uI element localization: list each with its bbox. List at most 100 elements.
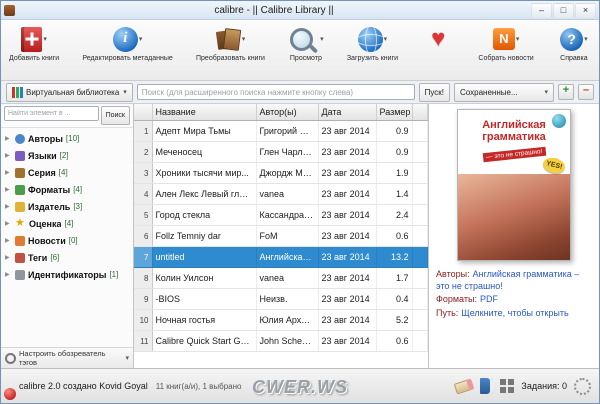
expander-icon[interactable]: ▶ bbox=[5, 169, 12, 176]
search-bar: Виртуальная библиотека ▾ Пуск! Сохраненн… bbox=[1, 81, 599, 104]
format-link[interactable]: PDF bbox=[480, 294, 498, 304]
languages-icon bbox=[15, 151, 25, 161]
column-header-date[interactable]: Дата bbox=[318, 104, 376, 121]
table-row[interactable]: 10 Ночная гостья Юлия Архар... 23 авг 20… bbox=[134, 310, 428, 331]
expander-icon[interactable]: ▶ bbox=[5, 135, 12, 142]
table-row-selected[interactable]: 7 untitled Английская ... 23 авг 2014 13… bbox=[134, 247, 428, 268]
table-row[interactable]: 3 Хроники тысячи мир... Джордж Ма... 23 … bbox=[134, 163, 428, 184]
app-icon bbox=[4, 5, 15, 16]
save-search-icon[interactable] bbox=[558, 84, 574, 100]
table-row[interactable]: 8 Колин Уилсон vanea 23 авг 2014 1.7 bbox=[134, 268, 428, 289]
path-link[interactable]: Щелкните, чтобы открыть bbox=[461, 308, 568, 318]
configure-tag-browser-button[interactable]: Настроить обозреватель тэгов ▾ bbox=[1, 347, 133, 368]
sidebar-item-news[interactable]: ▶ Новости [0] bbox=[1, 232, 133, 249]
main-toolbar: ▾ Добавить книги ▾ Редактировать метадан… bbox=[1, 20, 599, 81]
table-row[interactable]: 9 -BIOS Неизв. 23 авг 2014 0.4 bbox=[134, 289, 428, 310]
table-row[interactable]: 11 Calibre Quick Start Guide John Schemb… bbox=[134, 331, 428, 352]
search-go-button[interactable]: Пуск! bbox=[419, 83, 450, 102]
close-button[interactable]: × bbox=[575, 3, 596, 18]
chevron-down-icon[interactable]: ▾ bbox=[320, 35, 324, 43]
minimize-button[interactable]: – bbox=[531, 3, 552, 18]
table-row[interactable]: 1 Адепт Мира Тьмы Григорий Ви.. 23 авг 2… bbox=[134, 121, 428, 142]
chevron-down-icon[interactable]: ▾ bbox=[384, 35, 388, 43]
jobs-spinner-icon[interactable] bbox=[574, 378, 591, 395]
expander-icon[interactable]: ▶ bbox=[5, 186, 12, 193]
table-row[interactable]: 6 Follz Temniy dar FoM 23 авг 2014 0.6 bbox=[134, 226, 428, 247]
chevron-down-icon[interactable]: ▾ bbox=[139, 35, 143, 43]
field-authors: Авторы:Английская грамматика – это не ст… bbox=[436, 269, 592, 292]
help-icon bbox=[560, 28, 583, 51]
donate-button[interactable]: ♥ bbox=[419, 23, 457, 56]
expander-icon[interactable]: ▶ bbox=[5, 254, 12, 261]
tag-browser: Поиск ▶ Авторы [10] ▶ Языки [2] ▶ bbox=[1, 104, 134, 368]
fetch-news-button[interactable]: ▾ Собрать новости bbox=[476, 23, 535, 63]
expander-icon[interactable]: ▶ bbox=[5, 152, 12, 159]
version-text: calibre 2.0 создано Kovid Goyal bbox=[19, 381, 148, 391]
add-books-button[interactable]: ▾ Добавить книги bbox=[7, 23, 61, 63]
formats-icon bbox=[15, 185, 25, 195]
column-header-extra bbox=[412, 104, 428, 121]
book-details-panel: Английская грамматика — это не страшно! … bbox=[429, 104, 599, 368]
series-icon bbox=[15, 168, 25, 178]
sidebar-item-languages[interactable]: ▶ Языки [2] bbox=[1, 147, 133, 164]
book-list: Название Автор(ы) Дата Размер 1 Адепт Ми… bbox=[134, 104, 429, 368]
edit-metadata-button[interactable]: ▾ Редактировать метаданные bbox=[80, 23, 174, 63]
authors-icon bbox=[15, 134, 25, 144]
field-path: Путь:Щелкните, чтобы открыть bbox=[436, 308, 592, 320]
field-formats: Форматы:PDF bbox=[436, 294, 592, 306]
column-header-authors[interactable]: Автор(ы) bbox=[256, 104, 318, 121]
fetch-books-button[interactable]: ▾ Загрузить книги bbox=[345, 23, 400, 63]
table-row[interactable]: 4 Ален Лекс Левый глаз... vanea 23 авг 2… bbox=[134, 184, 428, 205]
row-number-header bbox=[134, 104, 152, 121]
expander-icon[interactable]: ▶ bbox=[5, 203, 12, 210]
book-cover[interactable]: Английская грамматика — это не страшно! … bbox=[457, 109, 571, 261]
saved-searches-dropdown[interactable]: Сохраненные... ▾ bbox=[454, 83, 554, 102]
convert-books-button[interactable]: ▾ Преобразовать книги bbox=[194, 23, 267, 63]
help-button[interactable]: ▾ Справка bbox=[555, 23, 593, 63]
jobs-indicator[interactable]: Задания: 0 bbox=[521, 381, 567, 391]
magnifier-icon bbox=[290, 28, 313, 51]
search-input[interactable] bbox=[137, 84, 415, 100]
chevron-down-icon[interactable]: ▾ bbox=[584, 35, 588, 43]
column-header-title[interactable]: Название bbox=[152, 104, 256, 121]
library-icon bbox=[12, 87, 15, 98]
chevron-down-icon[interactable]: ▾ bbox=[242, 35, 246, 43]
view-button[interactable]: ▾ Просмотр bbox=[286, 23, 326, 63]
table-row[interactable]: 2 Меченосец Глен Чарльз .. 23 авг 2014 0… bbox=[134, 142, 428, 163]
delete-search-icon[interactable] bbox=[578, 84, 594, 100]
edit-metadata-icon bbox=[113, 27, 138, 52]
sidebar-item-tags[interactable]: ▶ Теги [6] bbox=[1, 249, 133, 266]
expander-icon[interactable]: ▶ bbox=[5, 271, 12, 278]
virtual-library-button[interactable]: Виртуальная библиотека ▾ bbox=[6, 83, 133, 102]
sidebar-item-authors[interactable]: ▶ Авторы [10] bbox=[1, 130, 133, 147]
book-count-text: 11 книг(а/и), 1 выбрано bbox=[156, 382, 242, 391]
chevron-down-icon: ▾ bbox=[544, 88, 548, 96]
sidebar-item-rating[interactable]: ▶ ★ Оценка [4] bbox=[1, 215, 133, 232]
sidebar-item-identifiers[interactable]: ▶ Идентификаторы [1] bbox=[1, 266, 133, 283]
cover-photo bbox=[458, 174, 570, 260]
tag-browser-find-input[interactable] bbox=[4, 106, 99, 121]
wrench-icon bbox=[5, 353, 16, 364]
expander-icon[interactable]: ▶ bbox=[5, 220, 12, 227]
chevron-down-icon[interactable]: ▾ bbox=[516, 35, 520, 43]
identifiers-icon bbox=[15, 270, 25, 280]
eraser-icon[interactable] bbox=[454, 378, 475, 394]
maximize-button[interactable]: □ bbox=[553, 3, 574, 18]
sidebar-item-publisher[interactable]: ▶ Издатель [3] bbox=[1, 198, 133, 215]
star-icon: ★ bbox=[15, 218, 26, 229]
sidebar-item-series[interactable]: ▶ Серия [4] bbox=[1, 164, 133, 181]
table-row[interactable]: 5 Город стекла Кассандра К... 23 авг 201… bbox=[134, 205, 428, 226]
expander-icon[interactable]: ▶ bbox=[5, 237, 12, 244]
heart-icon: ♥ bbox=[431, 26, 445, 52]
tag-browser-find-button[interactable]: Поиск bbox=[101, 106, 130, 125]
calibre-window: calibre - || Calibre Library || – □ × ▾ … bbox=[0, 0, 600, 404]
chevron-down-icon[interactable]: ▾ bbox=[43, 35, 47, 43]
sidebar-item-formats[interactable]: ▶ Форматы [4] bbox=[1, 181, 133, 198]
grid-layout-icon[interactable] bbox=[500, 379, 506, 385]
globe-icon bbox=[358, 27, 383, 52]
tags-icon bbox=[15, 253, 25, 263]
chevron-down-icon: ▾ bbox=[123, 88, 127, 96]
column-header-size[interactable]: Размер bbox=[376, 104, 412, 121]
book-details-toggle-icon[interactable] bbox=[480, 378, 493, 394]
titlebar: calibre - || Calibre Library || – □ × bbox=[1, 1, 599, 20]
